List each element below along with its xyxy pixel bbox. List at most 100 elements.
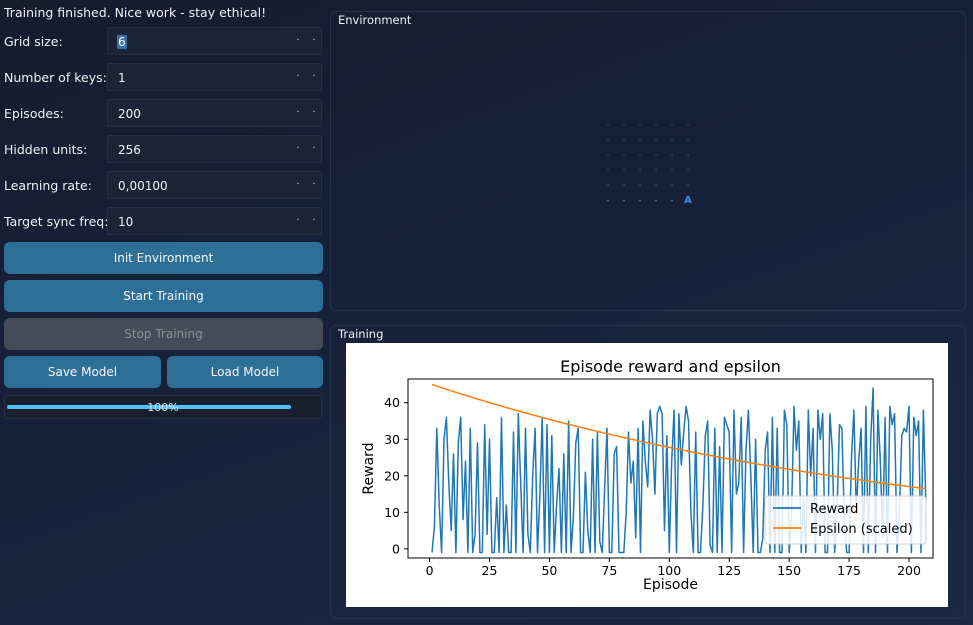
learning-rate-label: Learning rate: bbox=[4, 178, 92, 193]
chart-title: Episode reward and epsilon bbox=[560, 357, 781, 376]
number-of-keys-label: Number of keys: bbox=[4, 70, 107, 85]
grid-cell: · bbox=[670, 166, 674, 175]
param-row: Episodes: 200 · · bbox=[0, 99, 324, 127]
y-tick-label: 30 bbox=[384, 432, 400, 447]
param-row: Hidden units: 256 · · bbox=[0, 135, 324, 163]
stop-training-button: Stop Training bbox=[4, 318, 323, 350]
spin-up-icon[interactable]: · bbox=[308, 214, 320, 228]
param-row: Number of keys: 1 · · bbox=[0, 63, 324, 91]
grid-cell: - bbox=[606, 196, 610, 205]
spin-up-icon[interactable]: · bbox=[308, 142, 320, 156]
spin-up-icon[interactable]: · bbox=[308, 70, 320, 84]
hidden-units-spinbox[interactable]: 256 · · bbox=[107, 135, 322, 163]
spin-down-icon[interactable]: · bbox=[292, 214, 304, 228]
x-axis-label: Episode bbox=[643, 577, 698, 593]
grid-cell: - bbox=[638, 196, 642, 205]
grid-cell: · bbox=[654, 136, 658, 145]
start-training-button[interactable]: Start Training bbox=[4, 280, 323, 312]
target-sync-freq-value[interactable]: 10 bbox=[118, 215, 133, 229]
status-message: Training finished. Nice work - stay ethi… bbox=[4, 5, 267, 20]
x-tick-label: 25 bbox=[482, 563, 498, 578]
training-plot: Episode reward and epsilon 0 25 50 75 100 125 1… bbox=[346, 343, 948, 607]
grid-cell: · bbox=[622, 151, 626, 160]
x-tick-label: 175 bbox=[837, 563, 861, 578]
episodes-spinbox[interactable]: 200 · · bbox=[107, 99, 322, 127]
grid-cell: · bbox=[654, 151, 658, 160]
spin-down-icon[interactable]: · bbox=[292, 106, 304, 120]
y-tick-label: 0 bbox=[392, 541, 400, 556]
grid-cell: · bbox=[606, 136, 610, 145]
environment-grid: · · · · · · · · · · · · · · · · · · · · · · · · · · · · · · - - - - - A bbox=[600, 118, 700, 208]
grid-cell: · bbox=[622, 136, 626, 145]
x-tick-label: 125 bbox=[717, 563, 741, 578]
progress-text: 100% bbox=[147, 401, 179, 414]
grid-cell: · bbox=[670, 136, 674, 145]
spin-up-icon[interactable]: · bbox=[308, 106, 320, 120]
grid-cell: · bbox=[686, 151, 690, 160]
grid-cell: · bbox=[638, 121, 642, 130]
save-model-button[interactable]: Save Model bbox=[4, 356, 161, 388]
y-axis-label: Reward bbox=[361, 442, 377, 494]
y-tick-label: 10 bbox=[384, 505, 400, 520]
grid-cell: - bbox=[654, 196, 658, 205]
grid-cell: · bbox=[686, 166, 690, 175]
grid-cell: · bbox=[638, 151, 642, 160]
target-sync-freq-spinbox[interactable]: 10 · · bbox=[107, 207, 322, 235]
x-tick-label: 75 bbox=[601, 563, 617, 578]
hidden-units-value[interactable]: 256 bbox=[118, 143, 141, 157]
spin-down-icon[interactable]: · bbox=[292, 178, 304, 192]
grid-size-spinbox[interactable]: 6 · · bbox=[107, 27, 322, 55]
param-row: Grid size: 6 · · bbox=[0, 27, 324, 55]
target-sync-freq-label: Target sync freq: bbox=[4, 214, 109, 229]
training-title: Training bbox=[338, 327, 384, 341]
spin-up-icon[interactable]: · bbox=[308, 178, 320, 192]
grid-cell: - bbox=[670, 196, 674, 205]
grid-cell: · bbox=[622, 121, 626, 130]
grid-cell: · bbox=[670, 181, 674, 190]
number-of-keys-spinbox[interactable]: 1 · · bbox=[107, 63, 322, 91]
grid-size-label: Grid size: bbox=[4, 34, 63, 49]
grid-cell: · bbox=[654, 121, 658, 130]
spin-down-icon[interactable]: · bbox=[292, 142, 304, 156]
param-row: Learning rate: 0,00100 · · bbox=[0, 171, 324, 199]
number-of-keys-value[interactable]: 1 bbox=[118, 71, 126, 85]
grid-cell: · bbox=[606, 181, 610, 190]
init-environment-button[interactable]: Init Environment bbox=[4, 242, 323, 274]
episodes-value[interactable]: 200 bbox=[118, 107, 141, 121]
grid-cell: · bbox=[654, 166, 658, 175]
hidden-units-label: Hidden units: bbox=[4, 142, 88, 157]
grid-cell: - bbox=[622, 196, 626, 205]
grid-cell: · bbox=[606, 121, 610, 130]
x-tick-label: 50 bbox=[541, 563, 557, 578]
grid-cell: · bbox=[638, 166, 642, 175]
grid-size-value[interactable]: 6 bbox=[117, 35, 127, 49]
grid-cell: · bbox=[670, 151, 674, 160]
y-tick-label: 20 bbox=[384, 468, 400, 483]
grid-cell: · bbox=[654, 181, 658, 190]
grid-cell: · bbox=[686, 181, 690, 190]
legend-reward-label: Reward bbox=[810, 502, 858, 517]
grid-cell: · bbox=[622, 181, 626, 190]
episodes-label: Episodes: bbox=[4, 106, 64, 121]
x-tick-label: 150 bbox=[777, 563, 801, 578]
spin-down-icon[interactable]: · bbox=[292, 34, 304, 48]
learning-rate-value[interactable]: 0,00100 bbox=[118, 179, 168, 193]
load-model-button[interactable]: Load Model bbox=[167, 356, 323, 388]
reward-chart: Episode reward and epsilon0 25 50 75 100 125 1… bbox=[361, 357, 934, 593]
param-row: Target sync freq: 10 · · bbox=[0, 207, 324, 235]
spin-down-icon[interactable]: · bbox=[292, 70, 304, 84]
grid-cell: · bbox=[622, 166, 626, 175]
grid-cell: · bbox=[606, 151, 610, 160]
spin-up-icon[interactable]: · bbox=[308, 34, 320, 48]
agent-cell: A bbox=[684, 195, 692, 206]
y-tick-label: 40 bbox=[384, 395, 400, 410]
training-progress-bar: 100% bbox=[4, 395, 322, 419]
x-tick-label: 200 bbox=[897, 563, 921, 578]
legend-epsilon-label: Epsilon (scaled) bbox=[810, 522, 913, 537]
x-tick-label: 0 bbox=[426, 563, 434, 578]
grid-cell: · bbox=[638, 136, 642, 145]
grid-cell: · bbox=[686, 121, 690, 130]
environment-title: Environment bbox=[338, 13, 412, 27]
learning-rate-spinbox[interactable]: 0,00100 · · bbox=[107, 171, 322, 199]
x-tick-label: 100 bbox=[657, 563, 681, 578]
